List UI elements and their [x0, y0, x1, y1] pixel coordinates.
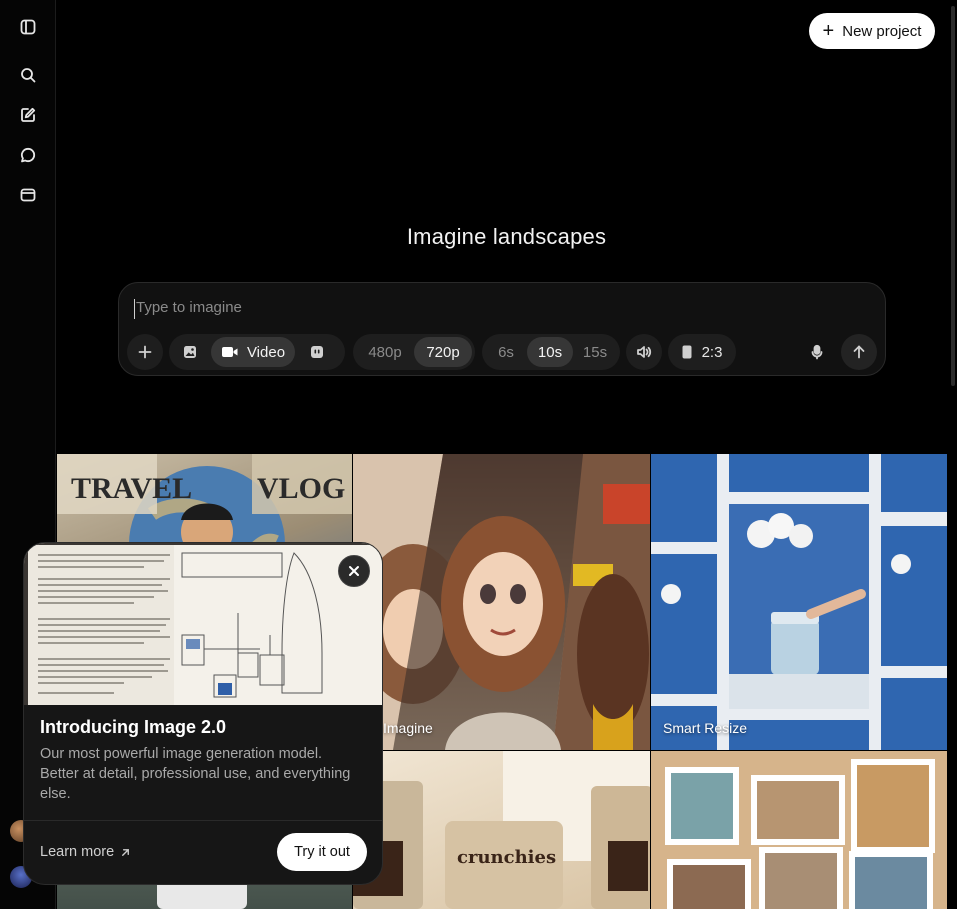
duration-selector: 6s 10s 15s — [482, 334, 620, 370]
duration-10s[interactable]: 10s — [527, 337, 573, 367]
mode-selector: Video — [169, 334, 345, 370]
resolution-720p[interactable]: 720p — [414, 337, 472, 367]
search-icon — [21, 68, 36, 83]
speaker-icon — [637, 346, 652, 358]
new-project-label: New project — [842, 22, 922, 40]
prompt-input[interactable]: Type to imagine — [134, 299, 734, 319]
arrow-up-icon — [853, 345, 865, 359]
promo-title: Introducing Image 2.0 — [40, 717, 227, 737]
folder-icon — [20, 188, 36, 202]
portrait-ratio-icon — [682, 345, 692, 359]
character-icon — [311, 346, 323, 358]
microphone-icon — [811, 344, 823, 360]
chats-button[interactable] — [14, 141, 42, 169]
sidebar-toggle-icon — [20, 19, 36, 35]
new-project-button[interactable]: + New project — [809, 13, 935, 49]
crunchies-image: crunchies — [353, 751, 650, 909]
edit-icon — [21, 107, 36, 122]
smart-resize-image — [651, 454, 947, 750]
document-preview-illustration — [24, 543, 382, 705]
new-chat-button[interactable] — [14, 101, 42, 129]
voice-input-button[interactable] — [799, 334, 835, 370]
image-icon — [184, 346, 196, 358]
image-mode-button[interactable] — [169, 337, 211, 367]
learn-more-link[interactable]: Learn more — [40, 844, 131, 860]
imagine-image — [353, 454, 650, 750]
scrollbar[interactable] — [951, 6, 955, 386]
audio-toggle-button[interactable] — [626, 334, 662, 370]
vlog-text: VLOG — [257, 472, 345, 505]
gallery-tile-collage[interactable] — [651, 751, 947, 909]
duration-15s[interactable]: 15s — [573, 337, 617, 367]
aspect-ratio-label: 2:3 — [701, 343, 723, 361]
promo-description: Our most powerful image generation model… — [40, 746, 351, 802]
resolution-selector: 480p 720p — [353, 334, 475, 370]
prompt-composer: Type to imagine Video 480p 720p 6s 10s 1… — [118, 282, 886, 376]
chat-icon — [20, 147, 36, 163]
submit-button[interactable] — [841, 334, 877, 370]
gallery-tile-imagine[interactable]: Imagine — [353, 454, 650, 750]
sidebar-toggle-button[interactable] — [14, 13, 42, 41]
try-it-out-button[interactable]: Try it out — [277, 833, 367, 871]
plus-icon — [138, 345, 152, 359]
search-button[interactable] — [14, 61, 42, 89]
crunchies-text: crunchies — [457, 847, 556, 868]
arrow-up-right-icon — [122, 848, 130, 856]
aspect-ratio-button[interactable]: 2:3 — [668, 334, 736, 370]
promo-popup: Introducing Image 2.0 Our most powerful … — [23, 542, 383, 885]
duration-6s[interactable]: 6s — [485, 337, 527, 367]
gallery-tile-smart-resize[interactable]: Smart Resize — [651, 454, 947, 750]
learn-more-label: Learn more — [40, 844, 115, 860]
collage-image — [665, 759, 935, 909]
travel-text: TRAVEL — [71, 472, 192, 505]
video-mode-button[interactable]: Video — [211, 337, 295, 367]
files-button[interactable] — [14, 181, 42, 209]
plus-icon: + — [822, 20, 835, 42]
close-popup-button[interactable] — [338, 555, 370, 587]
page-title: Imagine landscapes — [406, 224, 607, 249]
video-camera-icon — [221, 347, 238, 357]
tile-label-smart-resize: Smart Resize — [663, 720, 748, 736]
video-mode-label: Video — [246, 343, 286, 361]
divider — [24, 820, 382, 821]
gallery-tile-crunchies[interactable]: crunchies — [353, 751, 650, 909]
promo-preview-image — [24, 543, 382, 705]
tile-label-imagine: Imagine — [383, 720, 433, 736]
resolution-480p[interactable]: 480p — [356, 337, 414, 367]
character-mode-button[interactable] — [295, 337, 339, 367]
close-icon — [349, 566, 359, 576]
add-attachment-button[interactable] — [127, 334, 163, 370]
